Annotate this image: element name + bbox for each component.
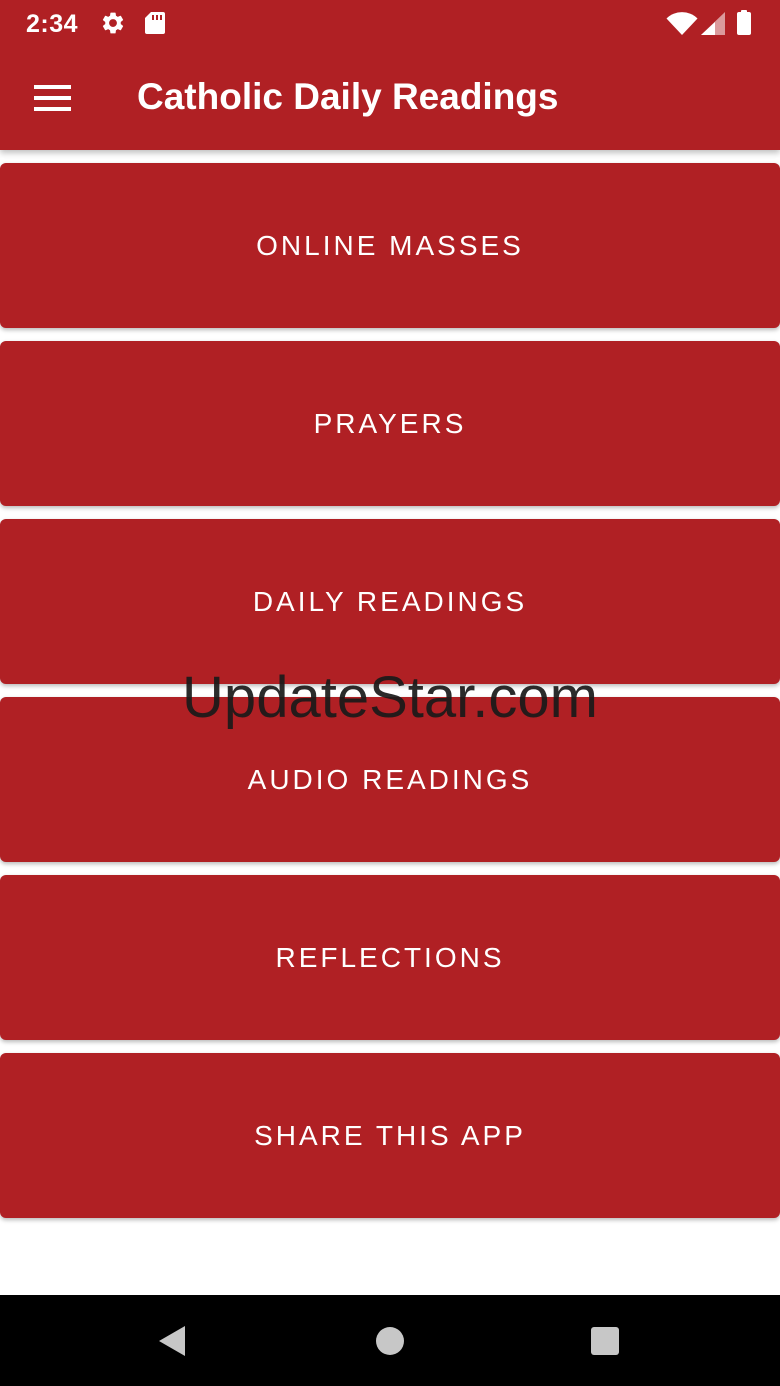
audio-readings-button[interactable]: AUDIO READINGS [0,697,780,862]
share-this-app-button[interactable]: SHARE THIS APP [0,1053,780,1218]
app-header: 2:34 Catholic Daily Readings [0,0,780,150]
system-navigation-bar [0,1295,780,1386]
menu-item-label: DAILY READINGS [252,585,528,617]
recents-button[interactable] [545,1295,665,1386]
daily-readings-button[interactable]: DAILY READINGS [0,519,780,684]
status-bar: 2:34 [0,0,780,48]
online-masses-button[interactable]: ONLINE MASSES [0,163,780,328]
menu-list: ONLINE MASSES PRAYERS DAILY READINGS AUD… [0,163,780,1231]
home-button[interactable] [330,1295,450,1386]
menu-item-label: PRAYERS [313,407,467,439]
cell-signal-icon [701,12,725,35]
status-time: 2:34 [26,10,79,38]
toolbar: Catholic Daily Readings [0,48,780,150]
gear-icon [102,12,124,34]
hamburger-menu-icon [34,85,71,111]
battery-icon [737,10,751,35]
home-icon [376,1326,404,1355]
menu-item-label: REFLECTIONS [275,941,505,973]
menu-item-label: SHARE THIS APP [254,1119,526,1151]
app-title: Catholic Daily Readings [137,76,559,117]
back-icon [159,1325,185,1356]
navigation-menu-button[interactable] [22,70,84,126]
menu-item-label: ONLINE MASSES [256,229,524,261]
menu-item-label: AUDIO READINGS [247,763,533,795]
back-button[interactable] [112,1295,232,1386]
wifi-icon [666,12,698,35]
recents-icon [591,1326,619,1355]
reflections-button[interactable]: REFLECTIONS [0,875,780,1040]
prayers-button[interactable]: PRAYERS [0,341,780,506]
sd-card-icon [145,12,165,34]
